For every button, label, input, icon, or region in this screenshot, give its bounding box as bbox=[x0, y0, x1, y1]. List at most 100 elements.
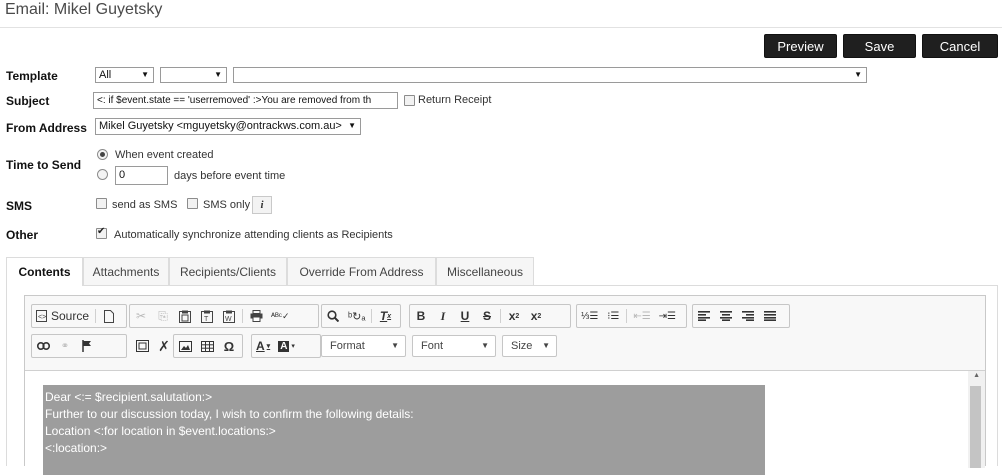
text-color-icon[interactable]: A ▾ bbox=[252, 335, 274, 357]
indent-icon[interactable]: ⇥☰ bbox=[655, 305, 680, 327]
sms-only-checkbox[interactable] bbox=[187, 198, 198, 209]
size-dropdown-label: Size bbox=[511, 340, 533, 352]
remove-format-icon[interactable]: Tx bbox=[374, 305, 396, 327]
subject-input[interactable]: <: if $event.state == 'userremoved' :>Yo… bbox=[93, 92, 398, 109]
align-right-icon[interactable] bbox=[737, 305, 759, 327]
from-address-label: From Address bbox=[6, 121, 87, 135]
from-address-value: Mikel Guyetsky <mguyetsky@ontrackws.com.… bbox=[99, 120, 342, 132]
return-receipt-checkbox[interactable] bbox=[404, 95, 415, 106]
page-title: Email: Mikel Guyetsky bbox=[5, 1, 163, 18]
tab-miscellaneous[interactable]: Miscellaneous bbox=[436, 257, 534, 285]
font-dropdown[interactable]: Font ▼ bbox=[412, 335, 496, 357]
format-dropdown[interactable]: Format ▼ bbox=[321, 335, 406, 357]
cut-icon[interactable]: ✂ bbox=[130, 305, 152, 327]
save-button[interactable]: Save bbox=[843, 34, 916, 58]
toolbar-group-find: ᵇ↻ₐ Tx bbox=[321, 304, 401, 328]
days-before-radio[interactable] bbox=[97, 169, 108, 180]
source-button[interactable]: <> Source bbox=[32, 305, 93, 327]
send-as-sms-label: send as SMS bbox=[112, 199, 178, 211]
sms-label: SMS bbox=[6, 199, 33, 213]
scrollbar-thumb[interactable] bbox=[970, 386, 981, 468]
tab-contents[interactable]: Contents bbox=[6, 257, 83, 286]
copy-icon[interactable]: ⎘ bbox=[152, 305, 174, 327]
content-line: Location <:for location in $event.locati… bbox=[45, 424, 276, 438]
content-line: Dear <:= $recipient.salutation:> bbox=[45, 390, 213, 404]
chevron-down-icon: ▼ bbox=[348, 121, 356, 130]
underline-icon[interactable]: U bbox=[454, 305, 476, 327]
align-left-icon[interactable] bbox=[693, 305, 715, 327]
table-icon[interactable] bbox=[196, 335, 218, 357]
print-icon[interactable] bbox=[245, 305, 267, 327]
from-address-select[interactable]: Mikel Guyetsky <mguyetsky@ontrackws.com.… bbox=[95, 118, 361, 135]
bold-icon[interactable]: B bbox=[410, 305, 432, 327]
subscript-icon[interactable]: x2 bbox=[503, 305, 525, 327]
toolbar-separator bbox=[626, 309, 628, 323]
superscript-icon[interactable]: x2 bbox=[525, 305, 547, 327]
anchor-flag-icon[interactable] bbox=[76, 335, 98, 357]
toolbar-group-clipboard: ✂ ⎘ T W ᴬᴮᶜ✓ bbox=[129, 304, 319, 328]
when-created-radio[interactable] bbox=[97, 149, 108, 160]
chevron-down-icon: ▼ bbox=[214, 70, 222, 79]
justify-icon[interactable] bbox=[759, 305, 781, 327]
rich-text-editor: <> Source ✂ ⎘ T W ᴬᴮᶜ✓ ᵇ↻ₐ Tx B I U S x … bbox=[24, 295, 986, 475]
auto-sync-checkbox[interactable] bbox=[96, 226, 107, 239]
tab-attachments[interactable]: Attachments bbox=[83, 257, 169, 285]
sms-only-label: SMS only bbox=[203, 199, 251, 211]
chevron-down-icon: ▼ bbox=[141, 70, 149, 79]
send-as-sms-checkbox[interactable] bbox=[96, 198, 107, 209]
info-icon[interactable]: i bbox=[252, 196, 272, 214]
paste-icon[interactable] bbox=[174, 305, 196, 327]
spellcheck-icon[interactable]: ᴬᴮᶜ✓ bbox=[267, 305, 294, 327]
format-dropdown-label: Format bbox=[330, 340, 365, 352]
tab-override-from-address[interactable]: Override From Address bbox=[287, 257, 436, 285]
editor-scrollbar[interactable]: ▲ bbox=[968, 371, 985, 468]
editor-content-area[interactable]: Dear <:= $recipient.salutation:> Further… bbox=[25, 370, 985, 475]
strikethrough-icon[interactable]: S bbox=[476, 305, 498, 327]
toolbar-separator bbox=[500, 309, 501, 323]
toolbar-group-colors: A ▾ A ▾ bbox=[251, 334, 321, 358]
preview-button[interactable]: Preview bbox=[764, 34, 837, 58]
days-before-label: days before event time bbox=[174, 170, 286, 182]
source-icon: <> bbox=[36, 310, 47, 322]
chevron-down-icon: ▼ bbox=[481, 341, 489, 350]
toolbar-separator bbox=[95, 309, 97, 323]
cancel-button[interactable]: Cancel bbox=[922, 34, 998, 58]
numbered-list-icon[interactable]: ⅓☰ bbox=[577, 305, 602, 327]
toolbar-group-insert: Ω bbox=[173, 334, 243, 358]
template-select[interactable]: ▼ bbox=[233, 67, 867, 83]
size-dropdown[interactable]: Size ▼ bbox=[502, 335, 557, 357]
when-created-label: When event created bbox=[115, 149, 214, 161]
italic-icon[interactable]: I bbox=[432, 305, 454, 327]
bulleted-list-icon[interactable]: ⁝☰ bbox=[602, 305, 624, 327]
days-before-input[interactable]: 0 bbox=[115, 166, 168, 185]
toolbar-group-basicstyles: B I U S x2 x2 bbox=[409, 304, 571, 328]
template-label: Template bbox=[6, 69, 58, 83]
font-dropdown-label: Font bbox=[421, 340, 444, 352]
new-page-icon[interactable] bbox=[98, 305, 120, 327]
replace-icon[interactable]: ᵇ↻ₐ bbox=[344, 305, 369, 327]
align-center-icon[interactable] bbox=[715, 305, 737, 327]
find-icon[interactable] bbox=[322, 305, 344, 327]
return-receipt-label: Return Receipt bbox=[418, 94, 492, 106]
template-filter-select[interactable]: All ▼ bbox=[95, 67, 154, 83]
svg-text:T: T bbox=[204, 316, 209, 323]
background-color-icon[interactable]: A ▾ bbox=[274, 335, 299, 357]
paste-text-icon[interactable]: T bbox=[196, 305, 218, 327]
time-to-send-label: Time to Send bbox=[6, 158, 82, 172]
outdent-icon[interactable]: ⇤☰ bbox=[629, 305, 654, 327]
scroll-up-icon[interactable]: ▲ bbox=[973, 372, 980, 379]
paste-word-icon[interactable]: W bbox=[218, 305, 240, 327]
template-subfilter-select[interactable]: ▼ bbox=[160, 67, 227, 83]
toolbar-separator bbox=[242, 309, 243, 323]
other-label: Other bbox=[6, 228, 39, 242]
svg-text:W: W bbox=[225, 316, 232, 323]
template-filter-value: All bbox=[99, 69, 112, 81]
remove-element-icon[interactable]: ✗ bbox=[153, 335, 175, 357]
unlink-icon[interactable]: ⚭ bbox=[54, 335, 76, 357]
special-char-icon[interactable]: Ω bbox=[218, 335, 240, 357]
image-icon[interactable] bbox=[174, 335, 196, 357]
iframe-icon[interactable] bbox=[131, 335, 153, 357]
title-divider bbox=[0, 27, 1002, 28]
link-icon[interactable] bbox=[32, 335, 54, 357]
tab-recipients-clients[interactable]: Recipients/Clients bbox=[169, 257, 287, 285]
